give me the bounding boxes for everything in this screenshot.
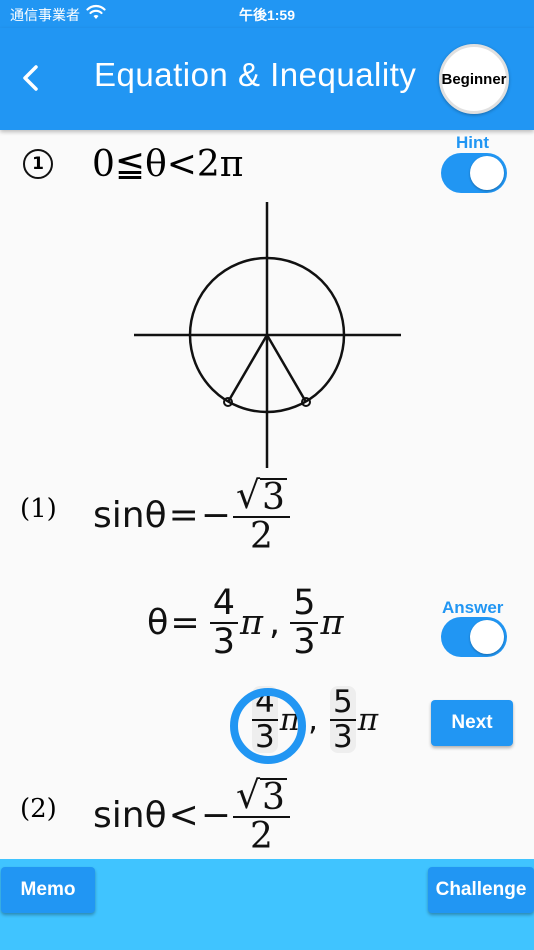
back-arrow-icon [23, 65, 38, 91]
fraction-denominator: 2 [250, 815, 273, 857]
eq-rel: < [168, 795, 199, 837]
comma: , [308, 701, 318, 738]
pi-symbol: π [320, 602, 344, 643]
problem-condition: 0≦θ<2π [92, 144, 244, 185]
status-time: 午後1:59 [238, 7, 296, 23]
hint-toggle[interactable] [441, 153, 507, 193]
eq-rel: = [168, 495, 199, 537]
answer-label: Answer [442, 598, 504, 617]
sqrt-argument: 3 [260, 476, 287, 518]
fraction-denominator: 3 [212, 621, 236, 662]
radius-4pi3 [226, 334, 269, 403]
eq-lhs: sinθ [93, 495, 167, 537]
answer-fraction-1: 4 3 [209, 583, 239, 662]
sub-question-1-equation: sinθ = − √ 3 2 [93, 473, 292, 557]
answer-rel: = [170, 602, 200, 643]
answer-variable: θ [147, 602, 169, 643]
back-button[interactable] [12, 58, 48, 98]
sub-question-1-label: (1) [20, 494, 57, 524]
fraction-denominator: 2 [250, 515, 273, 557]
page-title: Equation & Inequality [94, 56, 417, 93]
challenge-button[interactable]: Challenge [428, 867, 534, 913]
status-bar: 通信事業者 午後1:59 [0, 0, 534, 28]
fraction-numerator: 4 [212, 583, 236, 623]
unit-circle-diagram [134, 202, 401, 468]
sqrt-sign: √ [235, 773, 261, 817]
sqrt-argument: 3 [260, 776, 287, 818]
problem-content: 1 0≦θ<2π Hint (1) sinθ = − √ 3 2 Answer θ… [0, 130, 534, 859]
eq-fraction: √ 3 2 [232, 773, 290, 857]
pi-symbol: π [240, 602, 264, 643]
answer-equation: θ = 4 3 π , 5 3 π [147, 585, 343, 661]
sqrt-sign: √ [235, 473, 261, 517]
hint-label: Hint [456, 133, 490, 152]
answer-fraction-2: 5 3 [290, 583, 319, 662]
bottom-bar: Memo Challenge [0, 859, 534, 950]
toggle-knob [470, 156, 504, 190]
sub-question-2-equation: sinθ < − √ 3 2 [93, 773, 292, 857]
level-badge[interactable]: Beginner [439, 44, 509, 114]
app-bar: Equation & Inequality Beginner [0, 28, 534, 130]
radius-5pi3 [265, 334, 308, 403]
choice-5-3[interactable]: 5 3 [329, 684, 356, 755]
sqrt-expression: √ 3 [233, 773, 290, 818]
tap-indicator-ring [230, 688, 306, 764]
problem-number: 1 [23, 149, 53, 179]
next-button[interactable]: Next [431, 700, 513, 746]
toggle-knob [470, 620, 504, 654]
eq-lhs: sinθ [93, 795, 167, 837]
eq-minus: − [200, 495, 231, 537]
fraction-denominator: 3 [332, 718, 353, 755]
comma: , [269, 602, 281, 643]
pi-symbol: π [357, 701, 379, 738]
eq-fraction: √ 3 2 [232, 473, 290, 557]
sqrt-expression: √ 3 [233, 473, 290, 518]
fraction-denominator: 3 [293, 621, 316, 662]
fraction-numerator: 5 [332, 684, 353, 720]
eq-minus: − [200, 795, 231, 837]
sub-question-2-label: (2) [20, 794, 57, 824]
answer-toggle[interactable] [441, 617, 507, 657]
memo-button[interactable]: Memo [1, 867, 95, 913]
fraction-numerator: 5 [293, 583, 316, 623]
